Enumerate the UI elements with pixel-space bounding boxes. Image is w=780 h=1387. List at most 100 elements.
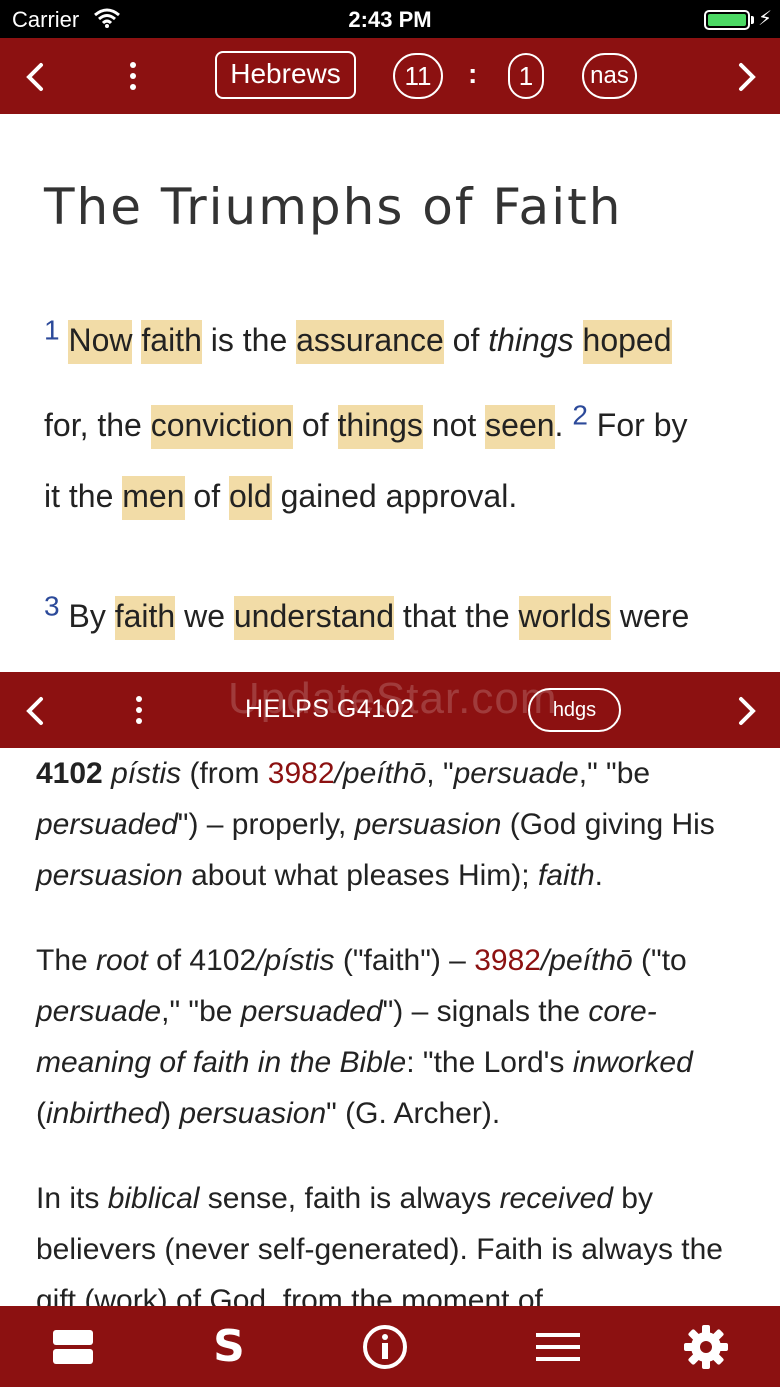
text: ," "be	[161, 995, 241, 1028]
lexicon-paragraph: 4102 pístis (from 3982/peíthō, "persuade…	[36, 748, 744, 901]
italic-text: persuade	[36, 995, 162, 1028]
italic-text: inbirthed	[46, 1097, 162, 1130]
text: (God giving His	[501, 808, 715, 841]
word-now[interactable]: Now	[68, 320, 133, 364]
passage-nav-bar: Hebrews 11 : 1 nas	[0, 38, 780, 114]
text: ("faith") –	[334, 944, 475, 977]
word-seen[interactable]: seen	[485, 405, 555, 449]
word-plain: for, the	[44, 407, 142, 443]
text: , "	[426, 757, 454, 790]
word-faith[interactable]: faith	[141, 320, 202, 364]
text: about what pleases Him);	[182, 859, 538, 892]
word-plain: not	[431, 407, 477, 443]
strongs-link[interactable]: 3982	[268, 757, 335, 790]
italic-text: persuaded	[240, 995, 383, 1028]
word-plain: is the	[210, 322, 288, 358]
italic-text: persuaded	[36, 808, 178, 841]
italic-text: inworked	[572, 1046, 693, 1079]
word-hoped[interactable]: hoped	[582, 320, 672, 364]
strongs-link[interactable]: 3982	[474, 944, 541, 977]
headings-toggle[interactable]: hdgs	[528, 688, 621, 732]
text: ") – signals the	[382, 995, 589, 1028]
italic-text: persuade	[453, 757, 579, 790]
info-icon[interactable]	[362, 1324, 408, 1370]
word-plain: that the	[402, 598, 510, 634]
verse-line: 1 Now faith is the assurance of things h…	[44, 316, 672, 364]
word-plain: of	[301, 407, 329, 443]
strongs-number: 4102	[36, 757, 103, 790]
book-selector[interactable]: Hebrews	[215, 51, 356, 99]
word-plain: it the	[44, 478, 114, 514]
charging-icon: ⚡	[757, 8, 772, 30]
more-options-button[interactable]	[124, 62, 142, 92]
lexicon-paragraph: The root of 4102/pístis ("faith") – 3982…	[36, 935, 744, 1139]
text: of 4102	[147, 944, 257, 977]
menu-icon[interactable]	[535, 1324, 581, 1370]
italic-text: faith	[537, 859, 595, 892]
italic-text: persuasion	[354, 808, 502, 841]
next-chapter-button[interactable]	[736, 56, 758, 101]
greek-word: /peíthō	[540, 944, 633, 977]
lexicon-content[interactable]: 4102 pístis (from 3982/peíthō, "persuade…	[0, 748, 780, 1306]
chapter-selector[interactable]: 11	[393, 53, 443, 99]
word-plain: of	[193, 478, 221, 514]
word-plain: were	[619, 598, 690, 634]
word-faith[interactable]: faith	[114, 596, 176, 640]
word-italic: things	[488, 322, 574, 358]
word-plain: of	[452, 322, 480, 358]
lexicon-options-button[interactable]	[130, 696, 148, 726]
word-plain: we	[184, 598, 225, 634]
punctuation: .	[554, 407, 564, 443]
clock: 2:43 PM	[348, 7, 432, 32]
verse-number[interactable]: 2	[572, 399, 588, 430]
text: " (G. Archer).	[326, 1097, 501, 1130]
verse-selector[interactable]: 1	[508, 53, 544, 99]
italic-text: biblical	[107, 1182, 200, 1215]
word-assurance[interactable]: assurance	[296, 320, 444, 364]
word-understand[interactable]: understand	[233, 596, 394, 640]
greek-word: /pístis	[256, 944, 335, 977]
word-men[interactable]: men	[122, 476, 185, 520]
bottom-tab-bar: S	[0, 1306, 780, 1387]
word-things[interactable]: things	[337, 405, 423, 449]
previous-entry-button[interactable]	[24, 690, 46, 735]
previous-chapter-button[interactable]	[24, 56, 46, 101]
text: (from	[181, 757, 268, 790]
verse-number[interactable]: 1	[44, 314, 60, 345]
text: .	[594, 859, 603, 892]
verse-number[interactable]: 3	[44, 590, 60, 621]
lexicon-paragraph: In its biblical sense, faith is always r…	[36, 1173, 744, 1306]
word-old[interactable]: old	[228, 476, 272, 520]
italic-text: root	[96, 944, 148, 977]
italic-text: persuasion	[179, 1097, 327, 1130]
italic-text: received	[499, 1182, 613, 1215]
lexicon-bar: UpdateStar.com HELPS G4102 hdgs	[0, 672, 780, 748]
battery-tip	[751, 16, 754, 24]
word-conviction[interactable]: conviction	[150, 405, 294, 449]
word-plain: For by	[596, 407, 688, 443]
strongs-icon[interactable]: S	[206, 1324, 252, 1370]
text: : "the Lord's	[406, 1046, 573, 1079]
text: sense, faith is always	[199, 1182, 500, 1215]
text: In its	[36, 1182, 108, 1215]
italic-text: persuasion	[36, 859, 183, 892]
layout-icon[interactable]	[50, 1324, 96, 1370]
verse-line: it the men of old gained approval.	[44, 476, 517, 520]
word-plain: By	[68, 598, 106, 634]
section-heading: The Triumphs of Faith	[44, 178, 623, 236]
text: The	[36, 944, 97, 977]
text: ," "be	[578, 757, 651, 790]
passage-view[interactable]: The Triumphs of Faith 1 Now faith is the…	[0, 114, 780, 672]
lexicon-title: HELPS G4102	[245, 695, 415, 723]
chapter-verse-separator: :	[468, 58, 478, 89]
version-selector[interactable]: nas	[582, 53, 637, 99]
battery-icon	[704, 10, 750, 30]
greek-word: pístis	[111, 757, 182, 790]
text: )	[161, 1097, 180, 1130]
text: ("to	[632, 944, 687, 977]
word-worlds[interactable]: worlds	[518, 596, 611, 640]
settings-icon[interactable]	[683, 1324, 729, 1370]
next-entry-button[interactable]	[736, 690, 758, 735]
verse-line: for, the conviction of things not seen. …	[44, 401, 688, 449]
verse-line: 3 By faith we understand that the worlds…	[44, 592, 690, 640]
